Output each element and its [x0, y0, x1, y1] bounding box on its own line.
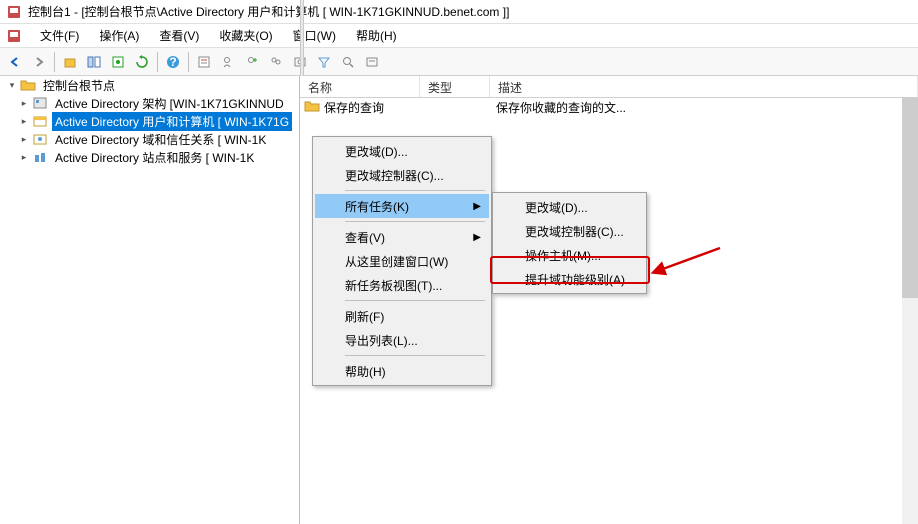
context-submenu-all-tasks: 更改域(D)... 更改域控制器(C)... 操作主机(M)... 提升域功能级…	[492, 192, 647, 294]
cm-sub-op-master[interactable]: 操作主机(M)...	[495, 243, 644, 267]
menu-help[interactable]: 帮助(H)	[348, 25, 405, 46]
console-icon	[6, 28, 22, 44]
cm-separator	[345, 300, 485, 301]
cm-help[interactable]: 帮助(H)	[315, 359, 489, 383]
find-button[interactable]	[337, 51, 359, 73]
menu-window[interactable]: 窗口(W)	[285, 25, 344, 46]
forward-button[interactable]	[28, 51, 50, 73]
folder-icon	[304, 99, 320, 115]
cm-change-dc[interactable]: 更改域控制器(C)...	[315, 163, 489, 187]
help-button[interactable]: ?	[162, 51, 184, 73]
cm-label: 更改域控制器(C)...	[525, 223, 624, 240]
cm-label: 刷新(F)	[345, 308, 384, 325]
cm-new-taskpad[interactable]: 新任务板视图(T)...	[315, 273, 489, 297]
menu-view[interactable]: 查看(V)	[151, 25, 207, 46]
filter-button[interactable]	[313, 51, 335, 73]
vertical-scrollbar[interactable]	[902, 98, 918, 524]
cell-name: 保存的查询	[324, 99, 424, 116]
cm-label: 从这里创建窗口(W)	[345, 253, 448, 270]
new-user-button[interactable]	[241, 51, 263, 73]
window-title: 控制台1 - [控制台根节点\Active Directory 用户和计算机 […	[28, 3, 509, 20]
ad-schema-icon	[32, 95, 48, 111]
col-name[interactable]: 名称	[300, 76, 420, 97]
console-icon	[6, 4, 22, 20]
toolbar-separator	[157, 52, 158, 72]
svg-text:?: ?	[169, 55, 176, 69]
ad-domains-icon	[32, 131, 48, 147]
expand-icon[interactable]: ▸	[18, 133, 30, 145]
cm-label: 导出列表(L)...	[345, 332, 418, 349]
add-query-button[interactable]	[361, 51, 383, 73]
toolbar: ?	[0, 48, 918, 76]
col-type[interactable]: 类型	[420, 76, 490, 97]
cm-sub-change-domain[interactable]: 更改域(D)...	[495, 195, 644, 219]
up-button[interactable]	[59, 51, 81, 73]
cm-all-tasks[interactable]: 所有任务(K) ▶	[315, 194, 489, 218]
cm-separator	[345, 221, 485, 222]
tree-panel: ▾ 控制台根节点 ▸ Active Directory 架构 [WIN-1K71…	[0, 76, 300, 524]
toolbar-separator	[54, 52, 55, 72]
tree-label: Active Directory 用户和计算机 [ WIN-1K71G	[52, 112, 292, 131]
tree-label: Active Directory 架构 [WIN-1K71GKINNUD	[52, 94, 287, 113]
expand-icon[interactable]: ▸	[18, 115, 30, 127]
cm-label: 提升域功能级别(A)...	[525, 271, 635, 288]
tree-item-sites-services[interactable]: ▸ Active Directory 站点和服务 [ WIN-1K	[0, 148, 299, 166]
menu-action[interactable]: 操作(A)	[91, 25, 147, 46]
cm-new-window[interactable]: 从这里创建窗口(W)	[315, 249, 489, 273]
refresh-button[interactable]	[131, 51, 153, 73]
tree-item-schema[interactable]: ▸ Active Directory 架构 [WIN-1K71GKINNUD	[0, 94, 299, 112]
cm-sub-change-dc[interactable]: 更改域控制器(C)...	[495, 219, 644, 243]
show-hide-tree-button[interactable]	[83, 51, 105, 73]
list-row[interactable]: 保存的查询 保存你收藏的查询的文...	[300, 98, 918, 116]
titlebar: 控制台1 - [控制台根节点\Active Directory 用户和计算机 […	[0, 0, 918, 24]
cm-label: 操作主机(M)...	[525, 247, 601, 264]
cm-label: 更改域(D)...	[345, 143, 408, 160]
cm-label: 更改域控制器(C)...	[345, 167, 444, 184]
cm-label: 更改域(D)...	[525, 199, 588, 216]
cm-label: 新任务板视图(T)...	[345, 277, 442, 294]
menubar: 文件(F) 操作(A) 查看(V) 收藏夹(O) 窗口(W) 帮助(H)	[0, 24, 918, 48]
back-button[interactable]	[4, 51, 26, 73]
ad-sites-icon	[32, 149, 48, 165]
chevron-right-icon: ▶	[473, 232, 481, 243]
expand-icon[interactable]: ▸	[18, 151, 30, 163]
cm-separator	[345, 190, 485, 191]
collapse-icon[interactable]: ▾	[6, 79, 18, 91]
expand-icon[interactable]: ▸	[18, 97, 30, 109]
scroll-thumb[interactable]	[902, 98, 918, 298]
cm-refresh[interactable]: 刷新(F)	[315, 304, 489, 328]
tree-label: Active Directory 站点和服务 [ WIN-1K	[52, 148, 257, 167]
tree-root-label: 控制台根节点	[40, 76, 118, 95]
ad-users-icon	[32, 113, 48, 129]
cm-separator	[345, 355, 485, 356]
folder-icon	[20, 77, 36, 93]
export-button[interactable]	[107, 51, 129, 73]
cm-sub-raise-dfl[interactable]: 提升域功能级别(A)...	[495, 267, 644, 291]
menu-file[interactable]: 文件(F)	[32, 25, 87, 46]
cm-label: 所有任务(K)	[345, 198, 409, 215]
tree-root[interactable]: ▾ 控制台根节点	[0, 76, 299, 94]
cm-label: 查看(V)	[345, 229, 385, 246]
tree-label: Active Directory 域和信任关系 [ WIN-1K	[52, 130, 269, 149]
toolbar-separator	[188, 52, 189, 72]
properties-button[interactable]	[193, 51, 215, 73]
new-group-button[interactable]	[265, 51, 287, 73]
col-desc[interactable]: 描述	[490, 76, 918, 97]
find-user-button[interactable]	[217, 51, 239, 73]
cm-label: 帮助(H)	[345, 363, 386, 380]
tree-item-users-computers[interactable]: ▸ Active Directory 用户和计算机 [ WIN-1K71G	[0, 112, 299, 130]
chevron-right-icon: ▶	[473, 201, 481, 212]
menu-favorites[interactable]: 收藏夹(O)	[211, 25, 280, 46]
cm-change-domain[interactable]: 更改域(D)...	[315, 139, 489, 163]
context-menu-main: 更改域(D)... 更改域控制器(C)... 所有任务(K) ▶ 查看(V) ▶ 从…	[312, 136, 492, 386]
tree-item-domains-trusts[interactable]: ▸ Active Directory 域和信任关系 [ WIN-1K	[0, 130, 299, 148]
cm-view[interactable]: 查看(V) ▶	[315, 225, 489, 249]
list-header: 名称 类型 描述	[300, 76, 918, 98]
cell-desc: 保存你收藏的查询的文...	[494, 99, 918, 116]
cm-export[interactable]: 导出列表(L)...	[315, 328, 489, 352]
